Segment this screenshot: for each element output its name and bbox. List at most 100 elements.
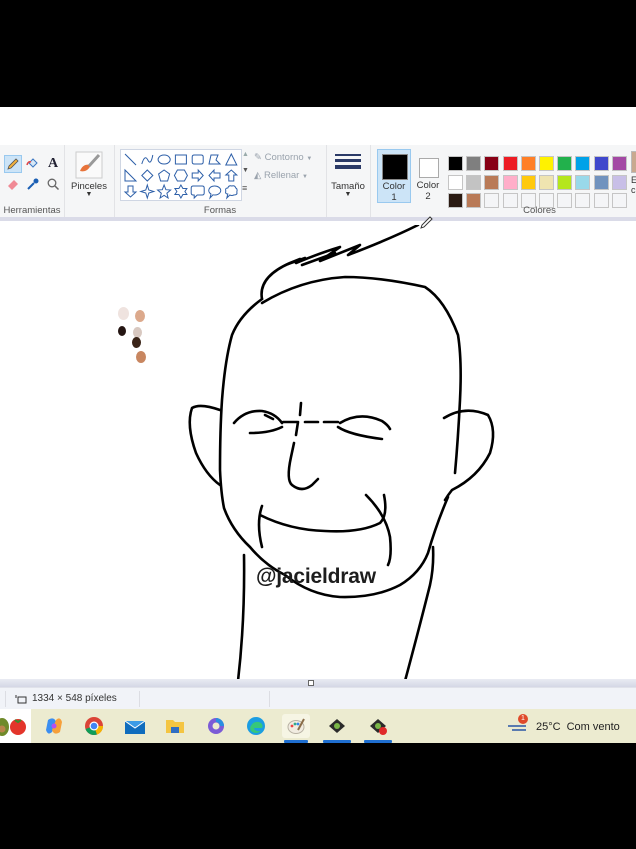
shapes-grid	[123, 152, 239, 200]
office-icon	[208, 718, 224, 734]
magnifier-tool[interactable]	[44, 175, 62, 193]
color2-swatch	[419, 158, 439, 178]
eraser-tool[interactable]	[4, 175, 22, 193]
shape-triangle-icon[interactable]	[224, 152, 238, 166]
shape-oval-icon[interactable]	[157, 154, 171, 165]
color1-button[interactable]: Color 1	[377, 149, 411, 203]
app-icon	[370, 719, 387, 735]
screen: A Herramientas Pinceles ▼ ▲ ▼ ≡ ✎ Contor…	[0, 107, 636, 743]
shape-five-point-star-icon[interactable]	[156, 183, 172, 200]
edit-colors-swatch	[631, 151, 636, 173]
shapes-expand[interactable]: ≡	[242, 183, 247, 193]
fill-label: Rellenar	[263, 170, 300, 181]
palette-swatch[interactable]	[593, 156, 609, 171]
shape-oval-callout-icon[interactable]	[208, 185, 222, 200]
taskbar-mail[interactable]	[121, 714, 149, 738]
palette-swatch[interactable]	[466, 156, 482, 171]
palette-swatch[interactable]	[520, 156, 536, 171]
taskbar-copilot[interactable]	[40, 714, 68, 738]
size-button[interactable]: Tamaño ▼	[326, 145, 371, 217]
palette-swatch[interactable]	[484, 174, 500, 190]
palette-swatch[interactable]	[520, 174, 536, 190]
palette-swatch[interactable]	[557, 174, 573, 190]
shape-down-arrow-icon[interactable]	[123, 185, 138, 198]
taskbar-app-1[interactable]	[323, 714, 351, 743]
palette-swatch[interactable]	[502, 156, 518, 171]
shape-line-icon[interactable]	[124, 153, 137, 166]
eyedropper-icon	[27, 178, 39, 190]
shape-hexagon-icon[interactable]	[173, 169, 188, 182]
shape-rounded-callout-icon[interactable]	[190, 185, 205, 200]
taskbar-office[interactable]	[202, 714, 230, 738]
size-lines-icon	[335, 154, 361, 169]
fill-dropdown[interactable]: ◭ Rellenar ▼	[254, 170, 308, 181]
brushes-button[interactable]: Pinceles ▼	[64, 145, 115, 217]
ribbon: A Herramientas Pinceles ▼ ▲ ▼ ≡ ✎ Contor…	[0, 145, 636, 221]
edit-colors-button[interactable]: E c	[631, 151, 636, 207]
shape-rounded-rectangle-icon[interactable]	[191, 154, 204, 165]
fill-tool[interactable]	[24, 155, 42, 173]
palette-swatch[interactable]	[448, 174, 463, 190]
shape-diamond-icon[interactable]	[141, 169, 154, 182]
group-label-tools: Herramientas	[3, 205, 61, 216]
shapes-scroll-down[interactable]: ▼	[242, 167, 249, 174]
drawing	[188, 225, 495, 681]
shape-right-triangle-icon[interactable]	[124, 168, 138, 182]
palette-swatch[interactable]	[484, 156, 500, 171]
folder-icon	[166, 720, 184, 733]
palette-swatch[interactable]	[611, 174, 627, 190]
shape-polygon-icon[interactable]	[208, 154, 222, 165]
color1-number: 1	[391, 192, 397, 203]
pencil-tool[interactable]	[4, 155, 22, 173]
shape-rectangle-icon[interactable]	[174, 154, 187, 165]
left-eyelash	[263, 413, 275, 421]
shape-up-arrow-icon[interactable]	[224, 169, 239, 182]
resize-handle[interactable]	[308, 680, 314, 686]
palette-swatch[interactable]	[575, 156, 591, 171]
palette-swatch[interactable]	[448, 156, 463, 171]
palette-swatch[interactable]	[557, 156, 573, 171]
fill-bucket-icon	[26, 158, 38, 168]
weather-desc: Com vento	[566, 721, 620, 733]
taskbar-chrome[interactable]	[80, 714, 108, 738]
shapes-scroll-up[interactable]: ▲	[242, 151, 249, 158]
hair-stroke	[260, 225, 420, 301]
shape-left-arrow-icon[interactable]	[208, 168, 221, 183]
left-eye	[248, 425, 284, 435]
palette-swatch[interactable]	[539, 156, 554, 171]
taskbar-app-tomato[interactable]	[4, 714, 32, 738]
drawing-canvas[interactable]: @jacieldraw	[0, 216, 636, 681]
chevron-down-icon: ▼	[301, 174, 308, 180]
shapes-gallery	[120, 149, 242, 201]
shape-pentagon-icon[interactable]	[158, 169, 171, 182]
outline-label: Contorno	[264, 152, 304, 163]
weather-widget[interactable]: 1 25°C Com vento	[508, 714, 620, 737]
shape-curve-icon[interactable]	[141, 154, 154, 165]
taskbar-edge[interactable]	[242, 714, 270, 738]
shape-four-point-star-icon[interactable]	[139, 183, 156, 200]
color-picker-tool[interactable]	[24, 175, 42, 193]
palette-swatch[interactable]	[539, 174, 554, 190]
shape-six-point-star-icon[interactable]	[173, 183, 188, 200]
taskbar-file-explorer[interactable]	[161, 714, 189, 738]
palette-swatch[interactable]	[502, 174, 518, 190]
right-ear	[442, 409, 495, 502]
text-tool[interactable]: A	[44, 155, 62, 173]
taskbar-app-2[interactable]	[364, 714, 392, 743]
outline-icon: ✎	[254, 152, 262, 163]
shape-cloud-callout-icon[interactable]	[225, 185, 238, 200]
palette-swatch[interactable]	[575, 174, 591, 190]
palette-swatch[interactable]	[466, 174, 482, 190]
canvas-size: 1334 × 548 píxeles	[32, 693, 117, 704]
pencil-cursor-icon	[420, 216, 433, 229]
chrome-icon	[85, 717, 104, 736]
app-icon	[329, 719, 345, 733]
running-indicator	[364, 740, 392, 743]
shape-right-arrow-icon[interactable]	[191, 168, 204, 183]
chevron-down-icon: ▼	[344, 191, 352, 198]
palette-swatch[interactable]	[593, 174, 609, 190]
outline-dropdown[interactable]: ✎ Contorno ▼	[254, 152, 312, 163]
palette-swatch[interactable]	[611, 156, 627, 171]
taskbar-paint[interactable]	[282, 714, 310, 743]
color2-button[interactable]: Color 2	[413, 149, 443, 203]
